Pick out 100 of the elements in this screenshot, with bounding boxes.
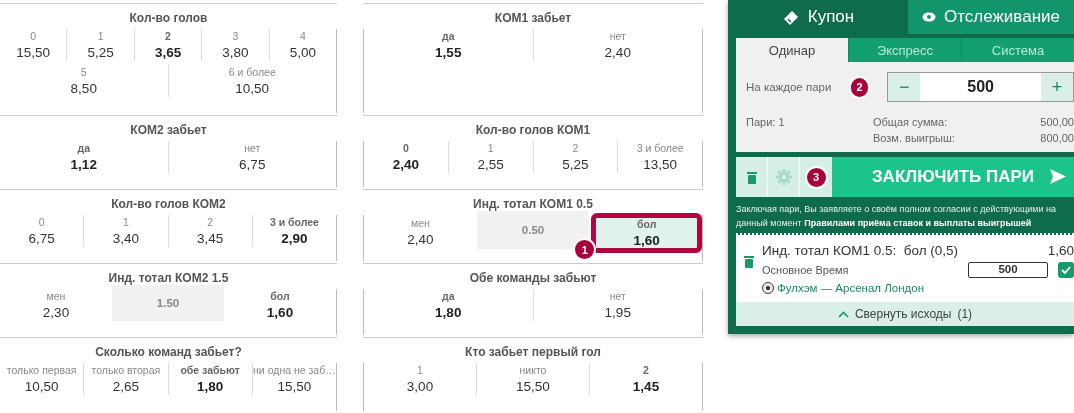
odd-value: 1,80 [435, 305, 462, 320]
checkbox[interactable] [1058, 262, 1074, 278]
outcome-label: 5 [80, 66, 87, 78]
market-title: Кто забьет первый гол [464, 344, 602, 361]
odd-cell[interactable]: 1 5,25 [66, 29, 134, 61]
odd-value: 5,25 [562, 157, 589, 172]
odd-value: 2,65 [112, 379, 139, 394]
coupon-tab[interactable]: Отслеживание [908, 0, 1074, 34]
odd-value: 2,55 [477, 157, 504, 172]
outcome-label: нет [609, 290, 626, 302]
trash-icon [746, 170, 757, 184]
collapse-button[interactable]: Свернуть исходы (1) [736, 302, 1074, 326]
odd-cell[interactable]: 2 3,45 [167, 215, 252, 247]
outcome-label: бол [637, 218, 657, 230]
outcome-label: 1 [122, 216, 129, 228]
eye-icon [922, 12, 936, 22]
market-title: Инд. тотал КОМ1 0.5 [472, 196, 594, 213]
odd-value: 15,50 [16, 45, 51, 60]
odd-cell[interactable]: 2 5,25 [532, 141, 618, 173]
odd-cell[interactable]: 1 2,55 [447, 141, 533, 173]
market-title: Обе команды забьют [468, 270, 598, 287]
win-value: 800,00 [1040, 132, 1074, 144]
stake-stepper[interactable]: − 500 + [887, 72, 1074, 102]
odd-value: 10,50 [24, 379, 59, 394]
odd-cell[interactable]: мен 2,30 [0, 289, 112, 321]
stake-field[interactable]: 500 [968, 262, 1048, 278]
selection-text: Инд. тотал КОМ1 0.5: бол (0,5) [762, 243, 958, 258]
odd-value: 6,75 [239, 157, 266, 172]
outcome-label: 3 [232, 30, 239, 42]
total-value: 500,00 [1040, 116, 1074, 128]
soccer-ball-icon [762, 282, 774, 294]
callout-badge: 2 [848, 75, 871, 99]
check-icon [1061, 266, 1071, 274]
odd-cell[interactable]: 4 5,00 [268, 29, 337, 61]
decrement-button[interactable]: − [888, 73, 921, 101]
stake-label: На каждое пари [746, 81, 833, 93]
total-label: Общая сумма: [873, 116, 949, 128]
outcome-label: 2 [572, 142, 579, 154]
odd-value: 2,40 [392, 157, 419, 172]
odd-value: 2,40 [604, 45, 631, 60]
outcome-label: нет [609, 30, 626, 42]
odd-cell[interactable]: 5 8,50 [0, 65, 168, 97]
market-title: Инд. тотал КОМ2 1.5 [107, 270, 230, 287]
outcome-label: 6 и более [228, 66, 276, 78]
odd-cell[interactable]: ни одна не заб… 15,50 [251, 363, 336, 395]
line-value: 1.50 [112, 285, 224, 321]
odd-cell[interactable]: да 1,80 [364, 289, 533, 321]
outcome-label: 1 [417, 364, 423, 376]
outcome-label: только вторая [91, 364, 161, 376]
odd-cell[interactable]: нет 1,95 [532, 289, 702, 321]
bet-odd: 1,60 [1047, 243, 1074, 258]
increment-button[interactable]: + [1041, 73, 1073, 101]
odd-value: 15,50 [516, 379, 550, 394]
outcome-label: 0 [30, 30, 37, 42]
market-title: КОМ1 забьет [493, 10, 573, 27]
odd-value: 1,60 [266, 305, 294, 320]
match-link[interactable]: Фулхэм — Арсенал Лондон [777, 282, 924, 294]
coupon-tab[interactable]: Купон [728, 0, 908, 34]
odd-cell[interactable]: 1 3,00 [364, 363, 476, 395]
outcome-label: 3 и более [269, 216, 319, 228]
odd-cell[interactable]: 1 3,40 [83, 215, 168, 247]
outcome-label: да [442, 290, 455, 302]
outcome-label: 2 [643, 364, 649, 376]
odd-value: 8,50 [70, 81, 97, 96]
odd-cell[interactable]: только первая 10,50 [0, 363, 84, 395]
odd-cell[interactable]: 0 2,40 [364, 141, 448, 173]
odd-cell[interactable]: да 1,55 [364, 29, 533, 61]
trash-icon [744, 255, 754, 268]
outcome-label: 2 [207, 216, 214, 228]
odd-cell[interactable]: 0 6,75 [0, 215, 84, 247]
outcome-label: обе забьют [180, 364, 240, 376]
odd-cell[interactable]: да 1,12 [0, 141, 168, 173]
odd-cell[interactable]: никто 15,50 [476, 363, 589, 395]
odd-cell[interactable]: 0 15,50 [0, 29, 67, 61]
odd-cell[interactable]: 3 и более 2,90 [251, 215, 336, 247]
outcome-label: никто [519, 364, 547, 376]
odd-cell[interactable]: только вторая 2,65 [83, 363, 168, 395]
bet-type-tab[interactable]: Одинар [736, 38, 848, 62]
market-title: Кол-во голов [128, 10, 209, 27]
outcome-label: да [442, 30, 455, 42]
callout-badge: 3 [804, 165, 828, 189]
win-label: Возм. выигрыш: [873, 132, 956, 144]
odd-cell[interactable]: 2 1,45 [589, 363, 702, 395]
odd-cell[interactable]: мен 2,40 [364, 215, 477, 249]
odd-value: 1,80 [197, 379, 224, 394]
outcome-label: мен [410, 217, 430, 229]
odd-cell[interactable]: 6 и более 10,50 [167, 65, 336, 97]
odd-cell[interactable]: 3 и более 13,50 [617, 141, 702, 173]
outcome-label: нет [244, 142, 261, 154]
odd-value: 10,50 [235, 81, 270, 96]
bet-count: Пари: 1 [746, 116, 786, 130]
odd-cell[interactable]: обе забьют 1,80 [167, 363, 252, 395]
delete-button[interactable] [736, 157, 768, 197]
odd-cell[interactable]: 2 3,65 [133, 29, 202, 61]
outcome-label: да [77, 142, 90, 154]
odd-cell[interactable]: бол 1,60 [224, 289, 336, 321]
market-title: Сколько команд забьет? [94, 344, 243, 361]
odd-cell[interactable]: нет 6,75 [167, 141, 336, 173]
odd-cell[interactable]: нет 2,40 [532, 29, 702, 61]
odd-cell[interactable]: 3 3,80 [201, 29, 269, 61]
